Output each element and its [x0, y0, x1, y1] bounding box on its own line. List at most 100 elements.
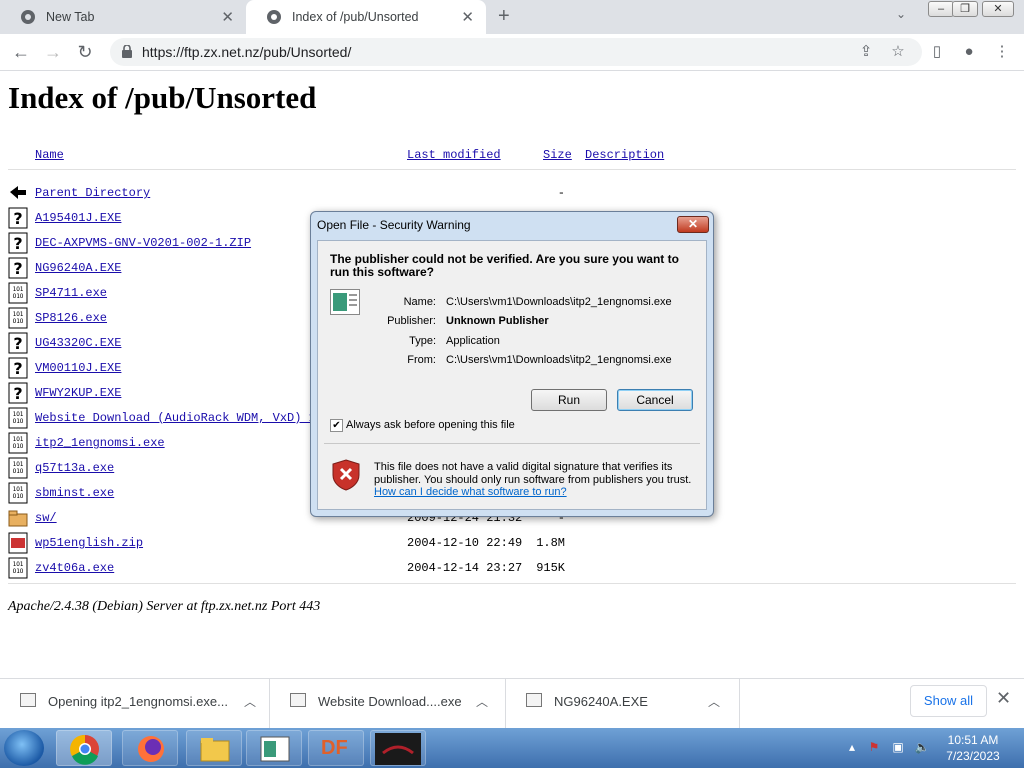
svg-text:1O1: 1O1 — [13, 436, 24, 443]
taskbar-file-explorer-icon[interactable] — [186, 730, 242, 766]
tab-label: Index of /pub/Unsorted — [292, 10, 419, 24]
svg-text:1O1: 1O1 — [13, 311, 24, 318]
table-row: 1O1 O1O zv4t06a.exe 2004-12-14 23:27 915K — [0, 557, 1024, 582]
back-icon — [8, 182, 28, 204]
globe-icon — [267, 10, 281, 24]
security-warning-dialog: Open File - Security Warning ✕ The publi… — [310, 211, 714, 517]
tab-strip: New Tab ✕ Index of /pub/Unsorted ✕ + ⌄ –… — [0, 0, 1024, 34]
close-icon[interactable]: ✕ — [996, 688, 1011, 709]
minimize-icon[interactable]: – — [928, 1, 954, 17]
file-name-link[interactable]: A195401J.EXE — [35, 211, 121, 225]
action-center-flag-icon[interactable]: ⚑ — [866, 740, 882, 756]
always-ask-checkbox[interactable]: ✔ — [330, 419, 343, 432]
volume-muted-icon[interactable]: 🔈 — [914, 740, 930, 756]
download-shelf: Opening itp2_1engnomsi.exe... ︿ Website … — [0, 678, 1024, 729]
svg-text:1O1: 1O1 — [13, 411, 24, 418]
unknown-file-icon: ? — [8, 382, 28, 404]
address-bar[interactable]: https://ftp.zx.net.nz/pub/Unsorted/ ⇪ ☆ — [110, 38, 922, 66]
field-label: Name: — [403, 296, 436, 308]
file-name-link[interactable]: DEC-AXPVMS-GNV-V0201-002-1.ZIP — [35, 236, 251, 250]
file-name-link[interactable]: sbminst.exe — [35, 486, 114, 500]
page-title: Index of /pub/Unsorted — [8, 80, 317, 115]
file-name-link[interactable]: zv4t06a.exe — [35, 561, 114, 575]
download-item[interactable]: Website Download....exe ︿ — [270, 679, 506, 729]
browser-toolbar: ← → ↻ https://ftp.zx.net.nz/pub/Unsorted… — [0, 34, 1024, 71]
profile-avatar-icon[interactable]: ● — [959, 42, 979, 62]
close-tab-icon[interactable]: ✕ — [461, 8, 474, 26]
restore-icon[interactable]: ❐ — [952, 1, 978, 17]
chevron-up-icon[interactable]: ︿ — [708, 693, 720, 710]
column-name-header[interactable]: Name — [35, 148, 64, 162]
file-name-link[interactable]: NG96240A.EXE — [35, 261, 121, 275]
share-icon[interactable]: ⇪ — [856, 42, 876, 62]
server-signature: Apache/2.4.38 (Debian) Server at ftp.zx.… — [8, 599, 321, 614]
tab-index-of-unsorted[interactable]: Index of /pub/Unsorted ✕ — [246, 0, 486, 34]
cancel-button[interactable]: Cancel — [617, 389, 693, 411]
svg-text:1O1: 1O1 — [13, 486, 24, 493]
close-tab-icon[interactable]: ✕ — [221, 8, 234, 26]
field-label: Type: — [409, 335, 436, 347]
file-date: 2004-12-14 23:27 — [407, 561, 523, 575]
file-date: 2004-12-10 22:49 — [407, 536, 523, 550]
file-icon — [526, 693, 542, 707]
help-link[interactable]: How can I decide what software to run? — [374, 486, 567, 498]
download-item[interactable]: NG96240A.EXE ︿ — [506, 679, 740, 729]
download-item[interactable]: Opening itp2_1engnomsi.exe... ︿ — [0, 679, 270, 729]
taskbar-chrome-icon[interactable] — [56, 730, 112, 766]
divider — [324, 443, 700, 444]
start-button-icon[interactable] — [4, 730, 44, 766]
run-button[interactable]: Run — [531, 389, 607, 411]
svg-text:?: ? — [13, 209, 22, 228]
taskbar-firefox-icon[interactable] — [122, 730, 178, 766]
back-icon[interactable]: ← — [9, 40, 33, 64]
taskbar: DF ▴ ⚑ ▣ 🔈 10:51 AM 7/23/2023 — [0, 728, 1024, 768]
file-name-link[interactable]: itp2_1engnomsi.exe — [35, 436, 165, 450]
file-name-link[interactable]: SP8126.exe — [35, 311, 107, 325]
reload-icon[interactable]: ↻ — [73, 40, 97, 64]
file-name-link[interactable]: VM00110J.EXE — [35, 361, 121, 375]
file-name-link[interactable]: Website Download (AudioRack WDM, VxD) 1 — [35, 411, 316, 425]
taskbar-media-app-icon[interactable] — [370, 730, 426, 766]
security-shield-icon — [332, 459, 360, 491]
svg-text:?: ? — [13, 384, 22, 403]
new-tab-icon[interactable]: + — [498, 5, 510, 28]
file-name-link[interactable]: WFWY2KUP.EXE — [35, 386, 121, 400]
file-name-link[interactable]: sw/ — [35, 511, 57, 525]
svg-text:?: ? — [13, 259, 22, 278]
svg-text:?: ? — [13, 334, 22, 353]
forward-icon[interactable]: → — [41, 40, 65, 64]
file-size: 915K — [536, 561, 565, 575]
file-name-link[interactable]: q57t13a.exe — [35, 461, 114, 475]
file-name-link[interactable]: Parent Directory — [35, 186, 150, 200]
tab-new-tab[interactable]: New Tab ✕ — [0, 0, 246, 34]
download-name: NG96240A.EXE — [554, 694, 648, 709]
column-description-header[interactable]: Description — [585, 148, 664, 162]
file-name-link[interactable]: UG43320C.EXE — [35, 336, 121, 350]
taskbar-application-icon[interactable] — [246, 730, 302, 766]
column-size-header[interactable]: Size — [543, 148, 572, 162]
network-icon[interactable]: ▣ — [890, 740, 906, 756]
side-panel-icon[interactable]: ▯ — [927, 42, 947, 62]
chevron-up-icon[interactable]: ︿ — [476, 693, 488, 710]
binary-file-icon: 1O1 O1O — [8, 307, 28, 329]
file-name-link[interactable]: SP4711.exe — [35, 286, 107, 300]
show-all-button[interactable]: Show all — [910, 685, 987, 717]
chevron-up-icon[interactable]: ︿ — [244, 693, 256, 710]
system-clock[interactable]: 10:51 AM 7/23/2023 — [938, 732, 1008, 764]
dialog-close-icon[interactable]: ✕ — [677, 216, 709, 233]
svg-text:1O1: 1O1 — [13, 286, 24, 293]
warning-text: This file does not have a valid digital … — [374, 461, 692, 486]
tab-search-chevron-icon[interactable]: ⌄ — [896, 7, 906, 21]
dialog-body: The publisher could not be verified. Are… — [317, 240, 707, 510]
file-name-link[interactable]: wp51english.zip — [35, 536, 143, 550]
close-window-icon[interactable]: ✕ — [982, 1, 1014, 17]
field-value: Unknown Publisher — [446, 315, 549, 327]
bookmark-star-icon[interactable]: ☆ — [888, 42, 908, 62]
taskbar-df-icon[interactable]: DF — [308, 730, 364, 766]
binary-file-icon: 1O1 O1O — [8, 557, 28, 579]
svg-text:O1O: O1O — [13, 493, 24, 500]
column-last-modified-header[interactable]: Last modified — [407, 148, 501, 162]
tray-expand-icon[interactable]: ▴ — [844, 740, 860, 756]
menu-kebab-icon[interactable]: ⋮ — [992, 42, 1012, 62]
svg-text:O1O: O1O — [13, 293, 24, 300]
